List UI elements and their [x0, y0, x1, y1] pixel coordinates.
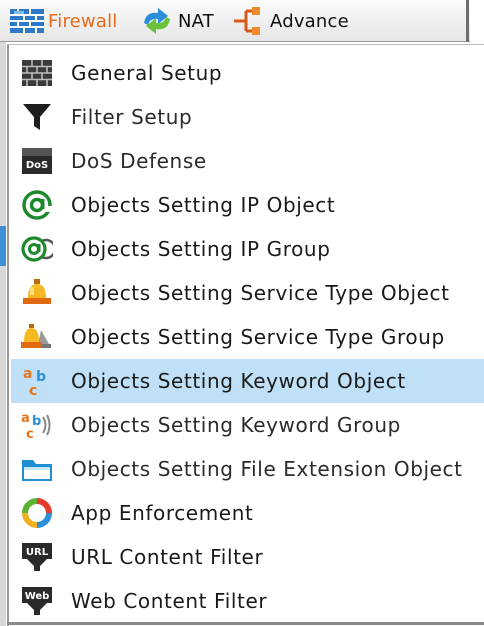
nat-arrows-icon — [140, 7, 174, 35]
menu-item-filter-setup[interactable]: Filter Setup — [11, 95, 484, 139]
tab-firewall-label: Firewall — [48, 10, 118, 32]
menu-item-label: Web Content Filter — [71, 589, 268, 613]
gutter-accent — [0, 226, 6, 266]
top-menubar: Firewall NAT Advance — [0, 0, 470, 42]
menu-item-ip-object[interactable]: Objects Setting IP Object — [11, 183, 484, 227]
menu-item-label: App Enforcement — [71, 501, 254, 525]
menu-item-service-type-group[interactable]: Objects Setting Service Type Group — [11, 315, 484, 359]
ring-segments-icon — [21, 497, 53, 529]
menu-item-label: Objects Setting File Extension Object — [71, 457, 463, 481]
menu-item-keyword-object[interactable]: a b c Objects Setting Keyword Object — [11, 359, 484, 403]
firewall-dropdown-menu: General Setup Filter Setup DoS DoS Defen… — [7, 44, 484, 626]
url-badge-icon: URL — [21, 541, 53, 573]
menu-item-web-content-filter[interactable]: Web Web Content Filter — [11, 579, 484, 623]
svg-text:a: a — [23, 366, 32, 382]
menu-item-label: Objects Setting IP Object — [71, 193, 336, 217]
dos-badge-icon: DoS — [21, 145, 53, 177]
folder-icon — [21, 453, 53, 485]
tab-advance-label: Advance — [270, 10, 349, 32]
at-sign-icon — [21, 189, 53, 221]
left-gutter — [0, 42, 6, 626]
firewall-brick-icon — [10, 7, 44, 35]
menu-item-label: Objects Setting Keyword Object — [71, 369, 406, 393]
svg-text:Web: Web — [25, 591, 50, 602]
menu-item-label: General Setup — [71, 61, 223, 85]
funnel-icon — [21, 101, 53, 133]
menu-item-label: Objects Setting Service Type Object — [71, 281, 450, 305]
tab-nat-label: NAT — [178, 10, 214, 32]
svg-text:DoS: DoS — [26, 160, 48, 171]
tab-firewall[interactable]: Firewall — [10, 6, 117, 36]
dropdown-bottom-border — [7, 622, 484, 625]
svg-text:b: b — [36, 369, 46, 385]
menu-item-dos-defense[interactable]: DoS DoS Defense — [11, 139, 484, 183]
menu-item-label: Filter Setup — [71, 105, 193, 129]
menu-item-app-enforcement[interactable]: App Enforcement — [11, 491, 484, 535]
advance-network-icon — [232, 7, 266, 35]
menu-item-url-content-filter[interactable]: URL URL Content Filter — [11, 535, 484, 579]
bell-icon — [21, 277, 53, 309]
bell-group-icon — [21, 321, 53, 353]
menu-item-service-type-object[interactable]: Objects Setting Service Type Object — [11, 271, 484, 315]
menu-item-label: DoS Defense — [71, 149, 207, 173]
menu-item-file-extension-object[interactable]: Objects Setting File Extension Object — [11, 447, 484, 491]
at-sign-group-icon — [21, 233, 53, 265]
tab-nat[interactable]: NAT — [140, 6, 214, 36]
svg-text:c: c — [26, 427, 34, 441]
menubar-edge — [466, 0, 469, 42]
abc-letters-icon: a b c — [21, 365, 53, 397]
brick-wall-icon — [21, 57, 53, 89]
menu-item-ip-group[interactable]: Objects Setting IP Group — [11, 227, 484, 271]
web-badge-icon: Web — [21, 585, 53, 617]
menu-item-keyword-group[interactable]: a b c Objects Setting Keyword Group — [11, 403, 484, 447]
menu-item-label: URL Content Filter — [71, 545, 264, 569]
svg-text:a: a — [21, 411, 30, 426]
menu-item-label: Objects Setting Keyword Group — [71, 413, 401, 437]
abc-letters-group-icon: a b c — [21, 409, 53, 441]
tab-advance[interactable]: Advance — [232, 6, 349, 36]
menu-item-label: Objects Setting Service Type Group — [71, 325, 445, 349]
svg-text:c: c — [29, 383, 37, 397]
menu-item-general-setup[interactable]: General Setup — [11, 51, 484, 95]
svg-text:URL: URL — [26, 547, 49, 558]
menu-item-label: Objects Setting IP Group — [71, 237, 331, 261]
